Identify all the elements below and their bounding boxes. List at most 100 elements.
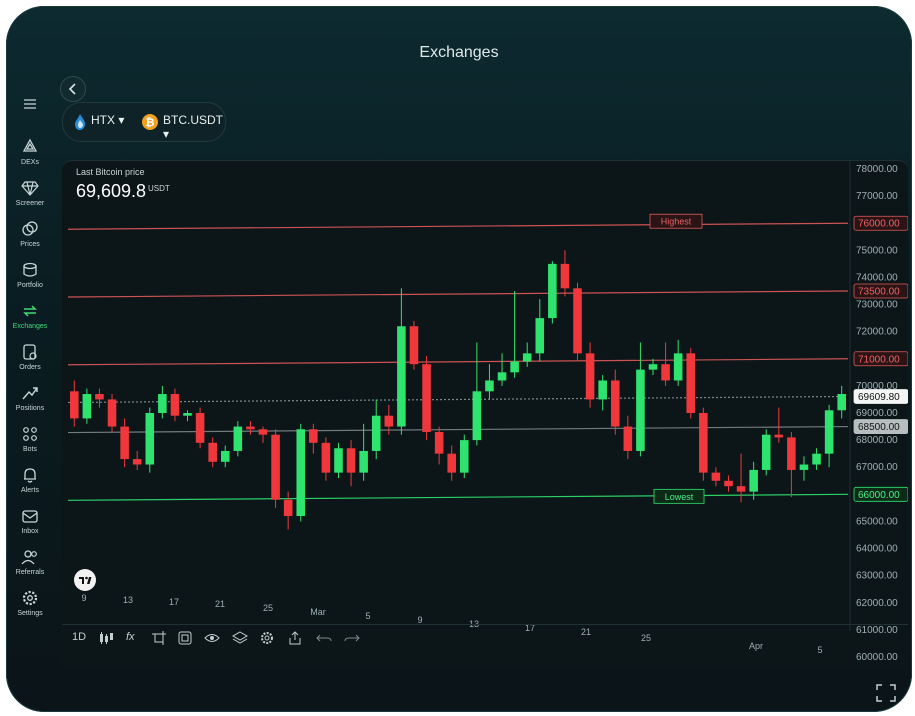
candle-body[interactable] — [824, 410, 834, 454]
sidebar-item-bots[interactable]: Bots — [6, 425, 54, 453]
candle-body[interactable] — [296, 429, 306, 517]
chart-settings-button[interactable] — [260, 631, 274, 648]
candle-body[interactable] — [447, 453, 456, 473]
redo-button[interactable] — [344, 631, 360, 648]
sidebar-item-alerts[interactable]: Alerts — [6, 466, 54, 494]
candle-body[interactable] — [95, 394, 104, 400]
candle-body[interactable] — [799, 464, 809, 470]
candle-body[interactable] — [636, 369, 645, 451]
compare-button[interactable] — [178, 631, 192, 648]
candle-body[interactable] — [120, 426, 129, 460]
sidebar-item-positions[interactable]: Positions — [6, 384, 54, 412]
indicators-candles-button[interactable] — [98, 631, 114, 648]
candle-body[interactable] — [673, 353, 683, 381]
candle-body[interactable] — [648, 364, 658, 370]
candle-body[interactable] — [283, 499, 293, 517]
candle-body[interactable] — [158, 394, 167, 413]
candle-body[interactable] — [787, 437, 796, 470]
undo-button[interactable] — [316, 631, 332, 648]
candle-body[interactable] — [749, 469, 758, 492]
candle-body[interactable] — [183, 413, 192, 416]
candle-body[interactable] — [548, 263, 557, 319]
candle-body[interactable] — [434, 431, 444, 454]
candle-body[interactable] — [220, 450, 230, 462]
candle-body[interactable] — [699, 413, 708, 473]
candle-body[interactable] — [510, 361, 519, 373]
candle-body[interactable] — [812, 453, 821, 465]
crop-button[interactable] — [152, 631, 166, 648]
candle-body[interactable] — [132, 459, 142, 465]
menu-button[interactable] — [6, 98, 54, 113]
candle-body[interactable] — [724, 480, 733, 487]
candle-body[interactable] — [82, 394, 92, 419]
candle-body[interactable] — [195, 413, 205, 443]
candle-body[interactable] — [334, 448, 343, 473]
level-price-label: 73500.00 — [858, 287, 900, 298]
candle-body[interactable] — [460, 440, 469, 473]
market-selector: HTX ▾ ₿ BTC.USDT ▾ — [62, 102, 226, 142]
candle-body[interactable] — [309, 429, 318, 443]
candle-body[interactable] — [522, 353, 532, 362]
fx-button[interactable]: fx — [126, 631, 135, 643]
candle-body[interactable] — [422, 364, 431, 432]
candle-body[interactable] — [573, 288, 582, 354]
candle-body[interactable] — [246, 426, 255, 430]
visibility-button[interactable] — [204, 631, 220, 648]
candle-body[interactable] — [610, 380, 620, 427]
candle-body[interactable] — [711, 472, 721, 481]
candle-body[interactable] — [371, 415, 381, 451]
candle-body[interactable] — [397, 326, 406, 427]
sidebar-item-screener[interactable]: Screener — [6, 179, 54, 207]
sidebar-item-inbox[interactable]: Inbox — [6, 507, 54, 535]
candle-body[interactable] — [774, 434, 784, 438]
candle-body[interactable] — [585, 353, 595, 400]
back-button[interactable] — [60, 76, 86, 102]
candle-body[interactable] — [321, 442, 331, 473]
candle-body[interactable] — [233, 426, 243, 451]
layers-button[interactable] — [231, 631, 249, 648]
sidebar-item-referrals[interactable]: Referrals — [6, 548, 54, 576]
candle-body[interactable] — [70, 391, 79, 419]
candle-body[interactable] — [208, 442, 217, 462]
interval-button[interactable]: 1D — [72, 631, 86, 643]
pair-dropdown[interactable]: BTC.USDT ▾ — [163, 113, 225, 141]
candle-body[interactable] — [623, 426, 633, 451]
sidebar-item-portfolio[interactable]: Portfolio — [6, 261, 54, 289]
candlestick-chart[interactable]: 78000.00 77000.00 76000.00 75000.00 74000.00… — [62, 161, 908, 669]
candle-body[interactable] — [485, 380, 494, 392]
sidebar-item-prices[interactable]: Prices — [6, 220, 54, 248]
candle-body[interactable] — [384, 415, 394, 427]
level-line-resistance — [67, 290, 849, 298]
candle-body[interactable] — [661, 364, 670, 381]
share-icon — [289, 631, 301, 645]
candle-body[interactable] — [472, 391, 482, 441]
candle-body[interactable] — [258, 429, 268, 435]
y-tick-label: 75000.00 — [856, 245, 898, 256]
sidebar-item-dexs[interactable]: DEXs — [6, 138, 54, 166]
candle-body[interactable] — [170, 394, 180, 416]
sidebar-item-label: Inbox — [21, 528, 39, 535]
candle-body[interactable] — [145, 413, 155, 465]
candle-body[interactable] — [837, 394, 846, 411]
candle-body[interactable] — [107, 399, 117, 427]
candle-body[interactable] — [271, 434, 280, 500]
hamburger-icon — [24, 99, 36, 109]
candle-body[interactable] — [560, 263, 570, 289]
sidebar-item-exchanges[interactable]: Exchanges — [6, 302, 54, 330]
candle-body[interactable] — [359, 450, 368, 473]
exchange-dropdown[interactable]: HTX ▾ — [91, 113, 124, 127]
candle-body[interactable] — [346, 448, 356, 473]
tradingview-logo-icon — [74, 569, 96, 591]
fullscreen-icon[interactable] — [876, 684, 896, 702]
candle-body[interactable] — [761, 434, 771, 470]
candle-body[interactable] — [736, 486, 746, 492]
share-button[interactable] — [288, 631, 302, 648]
sidebar-item-settings[interactable]: Settings — [6, 589, 54, 617]
candle-body[interactable] — [686, 353, 696, 413]
sidebar-item-orders[interactable]: Orders — [6, 343, 54, 371]
candle-body[interactable] — [497, 372, 507, 381]
candle-body[interactable] — [409, 326, 419, 365]
candle-body[interactable] — [598, 380, 607, 400]
chart-area[interactable]: 78000.00 77000.00 76000.00 75000.00 74000.00… — [62, 160, 908, 669]
candle-body[interactable] — [535, 318, 545, 354]
